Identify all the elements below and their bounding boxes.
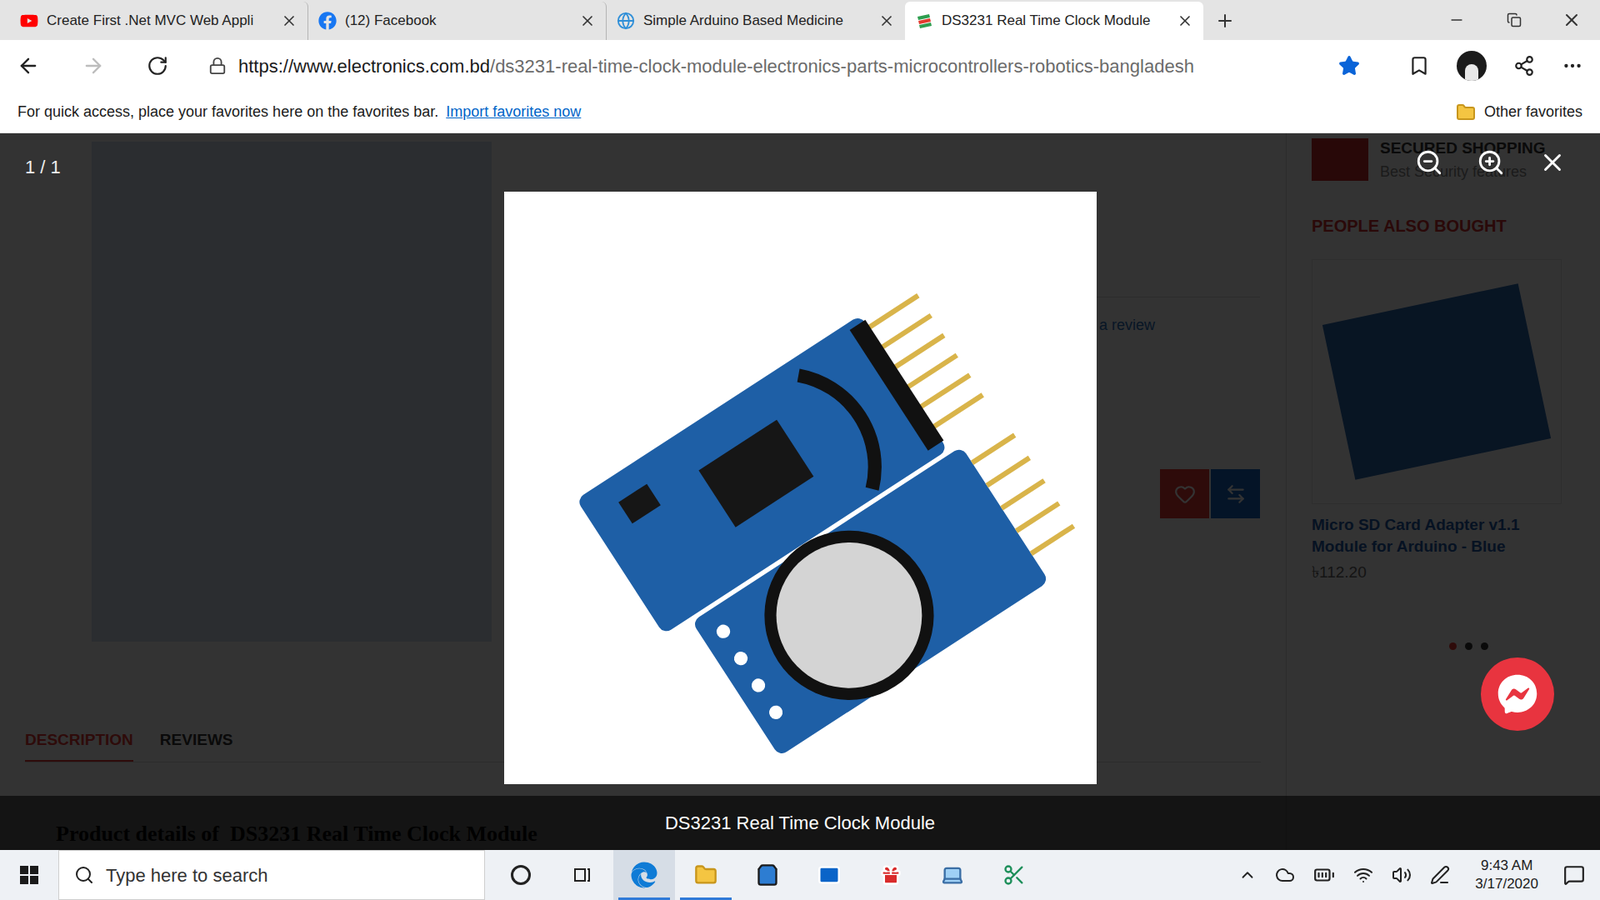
- close-window-button[interactable]: [1542, 0, 1600, 40]
- site-icon: [616, 11, 635, 30]
- volume-icon[interactable]: [1391, 865, 1412, 885]
- notifications-icon[interactable]: [1563, 864, 1585, 886]
- pen-icon[interactable]: [1430, 865, 1450, 885]
- store-icon: [755, 863, 780, 887]
- import-favorites-link[interactable]: Import favorites now: [445, 100, 581, 124]
- messenger-button[interactable]: [1480, 657, 1555, 731]
- close-tab-icon[interactable]: [1176, 12, 1194, 30]
- taskbar-app[interactable]: [675, 850, 737, 900]
- url-text: https://www.electronics.com.bd/ds3231-re…: [238, 52, 1327, 80]
- lightbox-caption: DS3231 Real Time Clock Module: [0, 795, 1600, 850]
- laptop-icon: [940, 863, 965, 887]
- taskbar-app[interactable]: [736, 850, 799, 900]
- minimize-icon: [1448, 11, 1465, 29]
- snip-icon: [1002, 863, 1026, 887]
- address-bar[interactable]: https://www.electronics.com.bd/ds3231-re…: [208, 46, 1369, 85]
- battery-icon[interactable]: [1313, 864, 1335, 886]
- show-hidden-icon[interactable]: [1238, 865, 1257, 885]
- clock[interactable]: 9:43 AM3/17/2020: [1468, 856, 1545, 894]
- messenger-icon: [1497, 674, 1538, 715]
- tab-title: Simple Arduino Based Medicine: [643, 10, 870, 32]
- mail-icon: [817, 863, 841, 887]
- close-icon: [1561, 10, 1582, 30]
- browser-tab[interactable]: (12) Facebook: [308, 1, 607, 40]
- more-icon[interactable]: [1561, 55, 1584, 77]
- tab-title: DS3231 Real Time Clock Module: [941, 10, 1169, 32]
- image-counter: 1 / 1: [25, 153, 61, 181]
- favorites-icon[interactable]: [1408, 55, 1430, 77]
- lightbox: 1 / 1 DS3231 Real Time Clock Module: [0, 133, 1600, 850]
- close-lightbox-icon[interactable]: [1538, 148, 1567, 177]
- lock-icon: [208, 56, 227, 75]
- onedrive-icon[interactable]: [1275, 865, 1295, 885]
- browser-tab[interactable]: Simple Arduino Based Medicine: [606, 1, 905, 40]
- wifi-icon[interactable]: [1353, 865, 1374, 885]
- open-indicator: [618, 897, 670, 900]
- new-tab-button[interactable]: [1203, 1, 1247, 40]
- zoom-in-icon[interactable]: [1476, 148, 1505, 177]
- file-explorer-icon: [694, 863, 718, 887]
- lightbox-image: [504, 191, 1097, 785]
- youtube-icon: [20, 11, 39, 30]
- close-tab-icon[interactable]: [579, 12, 596, 30]
- search-icon: [74, 865, 95, 885]
- browser-tab[interactable]: Create First .Net MVC Web Appli: [10, 1, 309, 40]
- taskbar-app[interactable]: [983, 850, 1045, 900]
- favorites-message: For quick access, place your favorites h…: [17, 100, 439, 124]
- refresh-icon[interactable]: [146, 55, 169, 77]
- shop-icon: [915, 11, 934, 30]
- forward-icon[interactable]: [81, 54, 105, 78]
- toolbar: https://www.electronics.com.bd/ds3231-re…: [0, 40, 1600, 92]
- taskbar-search[interactable]: Type here to search: [58, 850, 485, 900]
- restore-button[interactable]: [1485, 0, 1543, 40]
- tab-title: (12) Facebook: [345, 10, 571, 32]
- back-icon[interactable]: [16, 54, 40, 78]
- web-page: a reviewDESCRIPTIONREVIEWSProduct detail…: [0, 133, 1600, 850]
- profile-avatar-icon[interactable]: [1456, 50, 1487, 81]
- taskbar-app[interactable]: [490, 850, 552, 900]
- product-photo: [504, 191, 1097, 785]
- tab-strip: Create First .Net MVC Web Appli (12) Face…: [0, 0, 1600, 40]
- taskbar-app[interactable]: [551, 850, 614, 900]
- screen: Create First .Net MVC Web Appli (12) Face…: [0, 0, 1600, 900]
- taskbar: Type here to search 9:43 AM3/17/2020: [0, 850, 1600, 900]
- taskbar-app[interactable]: [798, 850, 860, 900]
- taskbar-app[interactable]: [921, 850, 984, 900]
- restore-icon: [1506, 12, 1522, 28]
- task-view-icon: [570, 863, 595, 887]
- tab-title: Create First .Net MVC Web Appli: [46, 10, 273, 32]
- system-tray: 9:43 AM3/17/2020: [1238, 856, 1600, 894]
- cortana-icon: [510, 865, 531, 885]
- zoom-out-icon[interactable]: [1415, 148, 1444, 177]
- edge-icon: [630, 861, 658, 889]
- folder-icon: [1455, 102, 1476, 123]
- close-tab-icon[interactable]: [878, 12, 895, 30]
- taskbar-app[interactable]: [860, 850, 922, 900]
- taskbar-app[interactable]: [613, 850, 675, 900]
- favorites-bar: For quick access, place your favorites h…: [0, 91, 1600, 134]
- open-indicator: [680, 897, 732, 900]
- plus-icon: [1215, 10, 1235, 31]
- windows-logo-icon: [19, 865, 40, 885]
- browser-tab[interactable]: DS3231 Real Time Clock Module: [905, 1, 1204, 40]
- gift-icon: [879, 863, 903, 887]
- facebook-icon: [318, 11, 337, 30]
- favorite-star-icon[interactable]: [1338, 55, 1360, 77]
- minimize-button[interactable]: [1427, 0, 1485, 40]
- feedback-icon[interactable]: [1513, 55, 1535, 77]
- other-favorites-folder[interactable]: Other favorites: [1455, 100, 1583, 124]
- start-button[interactable]: [0, 850, 59, 900]
- close-tab-icon[interactable]: [280, 12, 298, 30]
